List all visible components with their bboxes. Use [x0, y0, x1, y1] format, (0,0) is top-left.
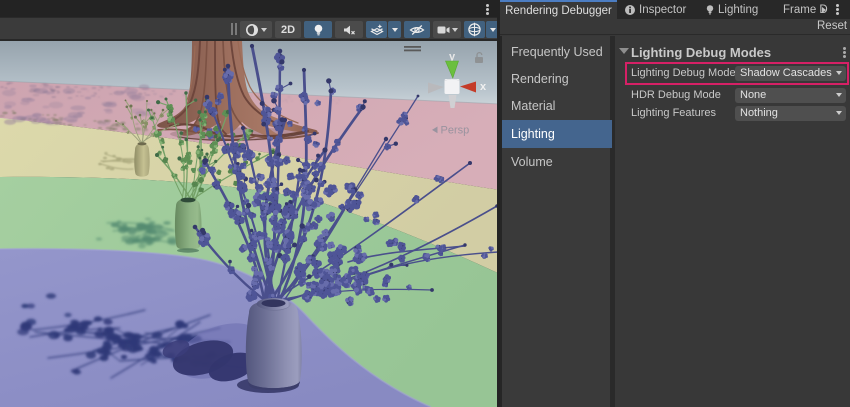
svg-text:Persp: Persp [441, 125, 470, 137]
svg-text:x: x [480, 81, 487, 93]
